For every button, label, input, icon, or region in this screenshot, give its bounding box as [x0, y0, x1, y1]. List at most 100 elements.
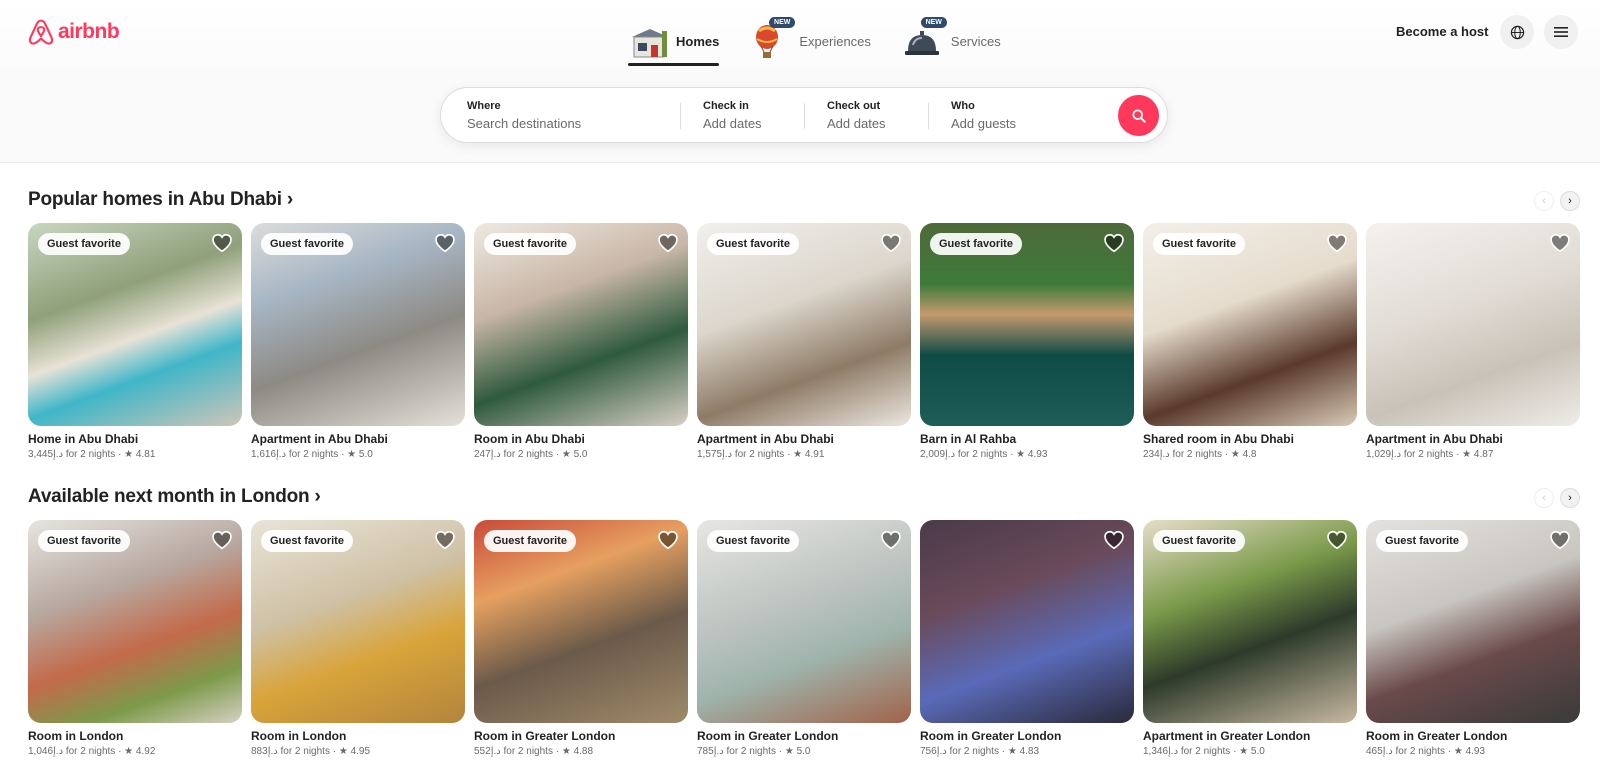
listing-price-rating: 883د.إ for 2 nights · ★ 4.95 — [251, 746, 371, 757]
listing-card[interactable]: Guest favorite Room in London 883د.إ for 2… — [251, 520, 465, 757]
listing-row-london: Guest favorite Room in London 1,046د.إ for… — [28, 520, 1580, 757]
heart-icon[interactable] — [880, 529, 902, 551]
listing-card[interactable]: Guest favorite Apartment in Abu Dhabi 1,61… — [251, 223, 465, 460]
divider — [804, 103, 805, 129]
heart-icon[interactable] — [657, 232, 679, 254]
check-out-value: Add dates — [827, 116, 886, 131]
listing-photo[interactable]: Guest favorite — [28, 223, 242, 426]
listing-price-rating: 1,575د.إ for 2 nights · ★ 4.91 — [697, 449, 825, 460]
tab-services-label: Services — [950, 33, 1001, 49]
listing-card[interactable]: Apartment in Abu Dhabi 1,029د.إ for 2 nig… — [1366, 223, 1580, 460]
listing-price-rating: 1,046د.إ for 2 nights · ★ 4.92 — [28, 746, 156, 757]
who-field[interactable]: Who Add guests — [951, 88, 1101, 144]
listing-card[interactable]: Guest favorite Home in Abu Dhabi 3,445د.إ … — [28, 223, 242, 460]
listing-photo[interactable]: Guest favorite — [697, 520, 911, 723]
heart-icon[interactable] — [1549, 232, 1571, 254]
listing-card[interactable]: Guest favorite Apartment in Greater Londo… — [1143, 520, 1357, 757]
where-field[interactable]: Where Search destinations — [467, 88, 667, 144]
heart-icon[interactable] — [1103, 232, 1125, 254]
carousel-next-button[interactable]: › — [1560, 488, 1580, 508]
listing-title: Apartment in Greater London — [1143, 729, 1311, 743]
guest-favorite-badge: Guest favorite — [261, 233, 353, 255]
airbnb-logo[interactable]: airbnb — [28, 18, 120, 46]
airbnb-logo-icon — [28, 19, 54, 45]
search-bar: Where Search destinations Check in Add d… — [440, 87, 1168, 143]
carousel-prev-button[interactable]: ‹ — [1534, 488, 1554, 508]
listing-card[interactable]: Guest favorite Room in Greater London 465د… — [1366, 520, 1580, 757]
listing-photo[interactable] — [1366, 223, 1580, 426]
heart-icon[interactable] — [1326, 529, 1348, 551]
listing-card[interactable]: Guest favorite Apartment in Abu Dhabi 1,57… — [697, 223, 911, 460]
who-value: Add guests — [951, 116, 1017, 131]
listing-photo[interactable]: Guest favorite — [1143, 223, 1357, 426]
listing-photo[interactable]: Guest favorite — [697, 223, 911, 426]
tab-services[interactable]: NEW Services — [903, 17, 1001, 64]
heart-icon[interactable] — [880, 232, 902, 254]
heart-icon[interactable] — [434, 232, 456, 254]
section-title-abu-dhabi[interactable]: Popular homes in Abu Dhabi › — [28, 189, 293, 211]
category-nav: Homes NEW Experiences NEW Services — [628, 17, 1001, 66]
check-out-field[interactable]: Check out Add dates — [827, 88, 927, 144]
section-title-london[interactable]: Available next month in London › — [28, 486, 321, 508]
heart-icon[interactable] — [657, 529, 679, 551]
listing-photo[interactable]: Guest favorite — [1366, 520, 1580, 723]
listing-title: Room in London — [28, 729, 124, 743]
check-in-value: Add dates — [703, 116, 762, 131]
listing-card[interactable]: Guest favorite Shared room in Abu Dhabi 23… — [1143, 223, 1357, 460]
guest-favorite-badge: Guest favorite — [1153, 530, 1245, 552]
house-icon — [628, 23, 668, 59]
divider — [928, 103, 929, 129]
listing-title: Apartment in Abu Dhabi — [251, 432, 388, 446]
main-menu-button[interactable] — [1544, 15, 1578, 49]
where-placeholder: Search destinations — [467, 116, 582, 131]
tab-experiences[interactable]: NEW Experiences — [751, 17, 871, 64]
guest-favorite-badge: Guest favorite — [484, 530, 576, 552]
carousel-prev-button[interactable]: ‹ — [1534, 191, 1554, 211]
listing-photo[interactable]: Guest favorite — [920, 223, 1134, 426]
guest-favorite-badge: Guest favorite — [38, 530, 130, 552]
listing-card[interactable]: Guest favorite Barn in Al Rahba 2,009د.إ f… — [920, 223, 1134, 460]
new-badge: NEW — [920, 17, 947, 28]
who-label: Who — [951, 100, 975, 112]
language-button[interactable] — [1500, 15, 1534, 49]
where-label: Where — [467, 100, 501, 112]
listing-photo[interactable] — [920, 520, 1134, 723]
listing-photo[interactable]: Guest favorite — [474, 520, 688, 723]
become-a-host-link[interactable]: Become a host — [1396, 24, 1488, 39]
listing-card[interactable]: Guest favorite Room in Greater London 552د… — [474, 520, 688, 757]
heart-icon[interactable] — [211, 232, 233, 254]
logo-text: airbnb — [58, 20, 120, 43]
check-in-field[interactable]: Check in Add dates — [703, 88, 803, 144]
listing-card[interactable]: Guest favorite Room in London 1,046د.إ for… — [28, 520, 242, 757]
carousel-next-button[interactable]: › — [1560, 191, 1580, 211]
listing-price-rating: 1,346د.إ for 2 nights · ★ 5.0 — [1143, 746, 1265, 757]
listing-photo[interactable]: Guest favorite — [251, 223, 465, 426]
listing-title: Home in Abu Dhabi — [28, 432, 139, 446]
check-in-label: Check in — [703, 100, 749, 112]
heart-icon[interactable] — [1326, 232, 1348, 254]
listing-photo[interactable]: Guest favorite — [474, 223, 688, 426]
listing-title: Room in Greater London — [920, 729, 1062, 743]
listing-title: Room in Abu Dhabi — [474, 432, 585, 446]
listing-price-rating: 552د.إ for 2 nights · ★ 4.88 — [474, 746, 594, 757]
listing-title: Barn in Al Rahba — [920, 432, 1017, 446]
tab-homes[interactable]: Homes — [628, 18, 720, 66]
listing-card[interactable]: Guest favorite Room in Greater London 785د… — [697, 520, 911, 757]
check-out-label: Check out — [827, 100, 881, 112]
listing-title: Apartment in Abu Dhabi — [697, 432, 834, 446]
tab-homes-label: Homes — [676, 33, 720, 49]
carousel-arrows: ‹ › — [1534, 191, 1580, 211]
search-button[interactable] — [1118, 95, 1159, 136]
heart-icon[interactable] — [1549, 529, 1571, 551]
listing-photo[interactable]: Guest favorite — [251, 520, 465, 723]
heart-icon[interactable] — [1103, 529, 1125, 551]
listing-price-rating: 234د.إ for 2 nights · ★ 4.8 — [1143, 449, 1257, 460]
listing-card[interactable]: Guest favorite Room in Abu Dhabi 247د.إ fo… — [474, 223, 688, 460]
heart-icon[interactable] — [211, 529, 233, 551]
heart-icon[interactable] — [434, 529, 456, 551]
listing-card[interactable]: Room in Greater London 756د.إ for 2 night… — [920, 520, 1134, 757]
listing-photo[interactable]: Guest favorite — [1143, 520, 1357, 723]
listing-photo[interactable]: Guest favorite — [28, 520, 242, 723]
listing-price-rating: 2,009د.إ for 2 nights · ★ 4.93 — [920, 449, 1048, 460]
listing-price-rating: 1,029د.إ for 2 nights · ★ 4.87 — [1366, 449, 1494, 460]
